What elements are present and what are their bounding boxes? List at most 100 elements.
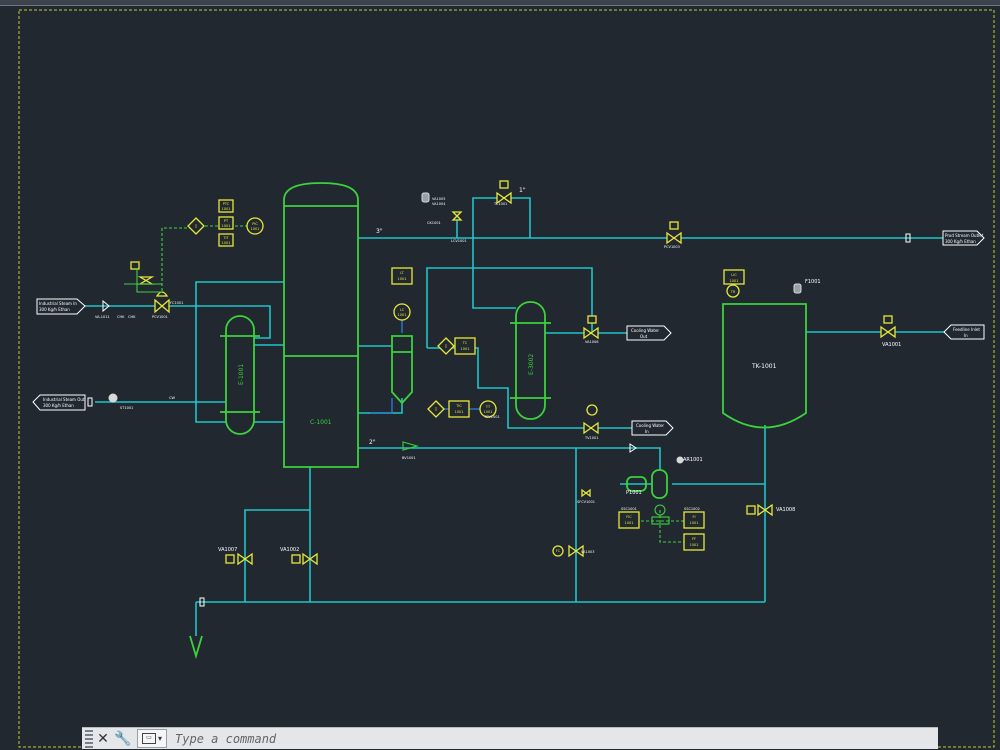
condensate-line xyxy=(427,347,509,402)
tag-chk2: CHK xyxy=(128,315,136,319)
tag-cw: CW xyxy=(169,396,175,400)
pcv-branch-valve[interactable] xyxy=(451,211,463,221)
steam-out-text-1: Industrial Steam Out xyxy=(43,397,85,402)
pid-drawing-canvas[interactable]: Industrial Steam In 300 Kg/h Ethan Indus… xyxy=(0,0,1000,750)
tag-va1001: VA1001 xyxy=(882,342,901,348)
stream-texts: Industrial Steam In 300 Kg/h Ethan Indus… xyxy=(39,233,984,434)
tic-text-1: TIC xyxy=(455,404,462,408)
tag-p1001: P1001 xyxy=(626,490,642,496)
command-input[interactable] xyxy=(167,728,938,749)
tag-va1004: VA1004 xyxy=(432,202,446,206)
lic-text-2: 1001 xyxy=(730,279,739,283)
condenser-feed-line xyxy=(472,238,516,309)
tank-pressure-gauge[interactable] xyxy=(793,283,802,294)
feed-text-1: Feedline Inlet xyxy=(953,327,980,332)
product-valve-actuator xyxy=(669,221,679,230)
va1002-actuator xyxy=(291,554,301,564)
tag-va1002: VA1002 xyxy=(280,547,299,553)
blue-signal-lines xyxy=(370,318,480,414)
steam-inlet-line xyxy=(180,305,271,339)
column-label: C-1001 xyxy=(310,419,332,426)
pressure-signal-line xyxy=(161,227,196,296)
fc-circle-text: FC xyxy=(556,549,561,553)
ff-text-1: FF xyxy=(692,537,696,541)
fi-text-2: 1001 xyxy=(690,521,699,525)
reboiler-bottom-line xyxy=(195,400,226,423)
command-prompt-selector[interactable]: ▭ ▾ xyxy=(137,729,168,748)
cw-valve-actuator xyxy=(587,315,597,324)
lic-text-1: LIC xyxy=(731,273,737,277)
tag-va1011: VA-1011 xyxy=(95,315,110,319)
steam-in-text-1: Industrial Steam In xyxy=(39,301,77,306)
feed-valve-actuator xyxy=(883,315,893,324)
tv-circle[interactable] xyxy=(586,404,598,416)
lc-text-2: 1001 xyxy=(398,313,407,317)
sfcv-valve[interactable] xyxy=(581,488,591,498)
cooling-water-in-line xyxy=(507,402,632,429)
diamond-3-text: I xyxy=(435,407,436,413)
ff-text-2: 1001 xyxy=(690,543,699,547)
steam-in-text-2: 300 Kg/h Ethan xyxy=(39,307,70,312)
steam-bypass-valve[interactable] xyxy=(137,276,155,285)
cw-in-text-2: In xyxy=(645,429,649,434)
pipe-size-2in: 2" xyxy=(369,439,376,446)
cw-in-text-1: Cooling Water xyxy=(636,423,664,428)
product-text-1: Prod Stream Outlet xyxy=(945,233,984,238)
tag-pcv1003: PCV1003 xyxy=(664,245,680,249)
steam-trap[interactable] xyxy=(108,393,118,403)
cw-out-text-2: Out xyxy=(640,334,648,339)
prompt-box-icon: ▭ xyxy=(142,733,156,744)
tag-va1006: VA1006 xyxy=(585,340,598,344)
pcv-bypass-line xyxy=(136,268,162,293)
equipment xyxy=(189,182,807,660)
tag-ssc1002: SSC1002 xyxy=(684,507,700,511)
tag-chk1: CHK xyxy=(117,315,125,319)
tag-va1008: VA1008 xyxy=(776,507,795,513)
diamond-2-text: I xyxy=(445,344,446,350)
ptc-text-1: PTC xyxy=(223,202,230,206)
tag-tv1001: TV1001 xyxy=(584,436,598,440)
instrument-texts: PTC 1001 PT 1001 TIT 1001 PIC 1001 LT 10… xyxy=(195,202,738,553)
pt-text-2: 1001 xyxy=(222,224,231,228)
pcv-actuator xyxy=(130,261,140,270)
product-valve[interactable] xyxy=(666,231,682,245)
tag-ssc1001: SSC1001 xyxy=(621,507,637,511)
feed-valve[interactable] xyxy=(880,325,896,339)
feed-text-2: In xyxy=(964,333,968,338)
drain-funnel xyxy=(189,635,203,660)
tic-text-2: 1001 xyxy=(455,410,464,414)
tt-text-1: TT xyxy=(485,405,491,409)
tr-text: TR xyxy=(730,290,736,294)
pt-circle[interactable] xyxy=(246,217,264,235)
reboiler-label: E-1001 xyxy=(238,364,245,385)
top-toolbar-strip xyxy=(0,0,1000,5)
pcv-valve[interactable] xyxy=(154,298,170,314)
lc-circle[interactable] xyxy=(393,303,411,321)
tag-tc1001: TC1001 xyxy=(493,202,507,206)
tag-pcv1001: PCV1001 xyxy=(152,315,168,319)
cw-in-valve[interactable] xyxy=(583,421,599,435)
tag-ar1001: AR1001 xyxy=(683,457,703,463)
pump-vessel[interactable] xyxy=(651,469,668,499)
top-valve-actuator xyxy=(499,180,509,189)
grip-handle-icon[interactable] xyxy=(85,729,93,748)
chevron-down-icon: ▾ xyxy=(158,734,163,743)
drawing-frame xyxy=(18,9,995,748)
cw-out-text-1: Cooling Water xyxy=(631,328,659,333)
level-blue-line xyxy=(370,398,393,414)
tag-ck1001: CK1001 xyxy=(427,221,441,225)
pipe-size-1in: 1" xyxy=(519,187,526,194)
pcv-diaphragm xyxy=(155,291,169,297)
reflux-separator-shape[interactable] xyxy=(391,335,413,405)
pressure-gauge-top[interactable] xyxy=(421,192,430,203)
command-line-bar: ✕ 🔧 ▭ ▾ xyxy=(82,727,938,749)
fi-text-1: FI xyxy=(692,515,695,519)
tag-labels: 3" 2" 1" F1001 VA1007 VA1002 VA1001 VA10… xyxy=(95,187,901,554)
tag-va1003: VA1003 xyxy=(581,550,594,554)
close-icon[interactable]: ✕ xyxy=(93,729,113,749)
tc-text-2: 1001 xyxy=(461,347,470,351)
tag-bv1001: BV1001 xyxy=(402,456,416,460)
cw-out-valve[interactable] xyxy=(583,326,599,340)
pt-circle-text-2: 1001 xyxy=(251,227,260,231)
wrench-icon[interactable]: 🔧 xyxy=(113,729,133,749)
